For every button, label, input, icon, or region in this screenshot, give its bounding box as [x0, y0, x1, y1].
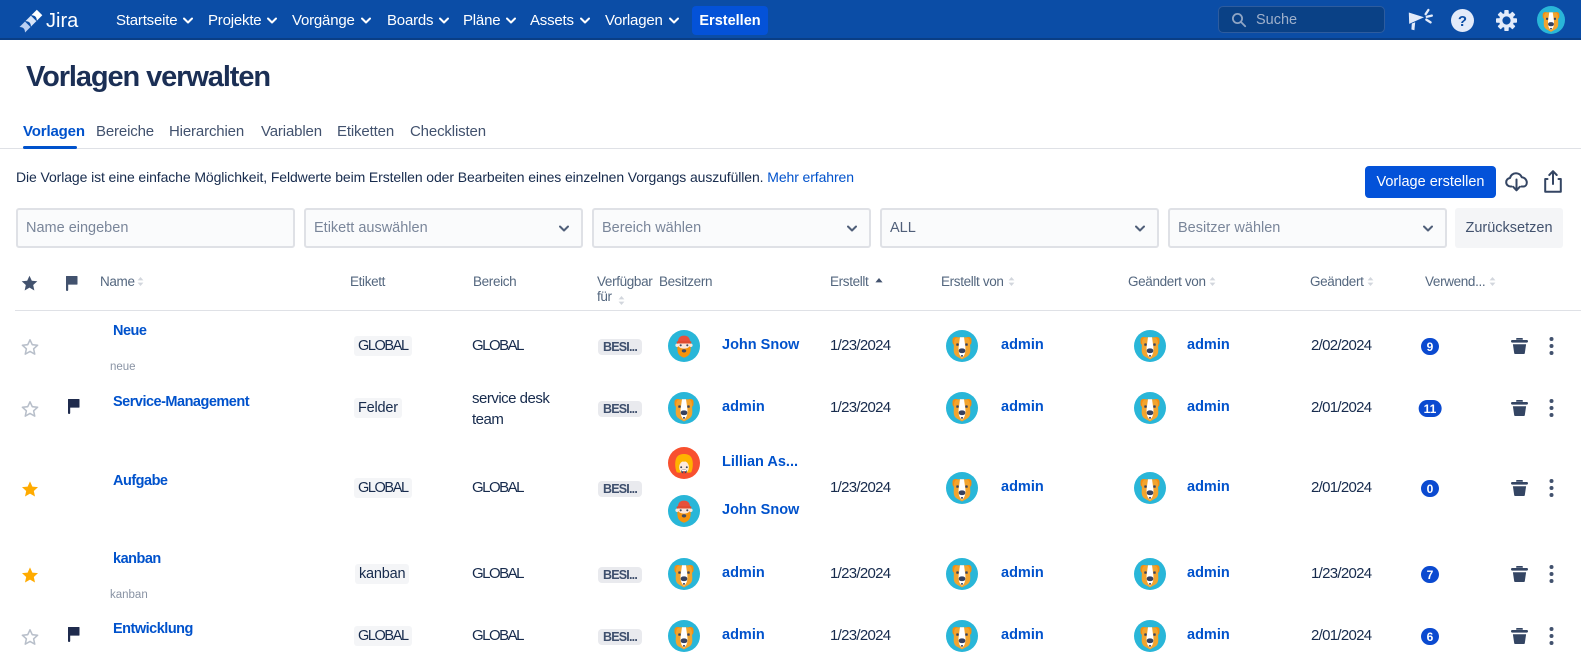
svg-text:?: ?	[1458, 13, 1467, 30]
svg-text:Jira: Jira	[46, 10, 79, 32]
